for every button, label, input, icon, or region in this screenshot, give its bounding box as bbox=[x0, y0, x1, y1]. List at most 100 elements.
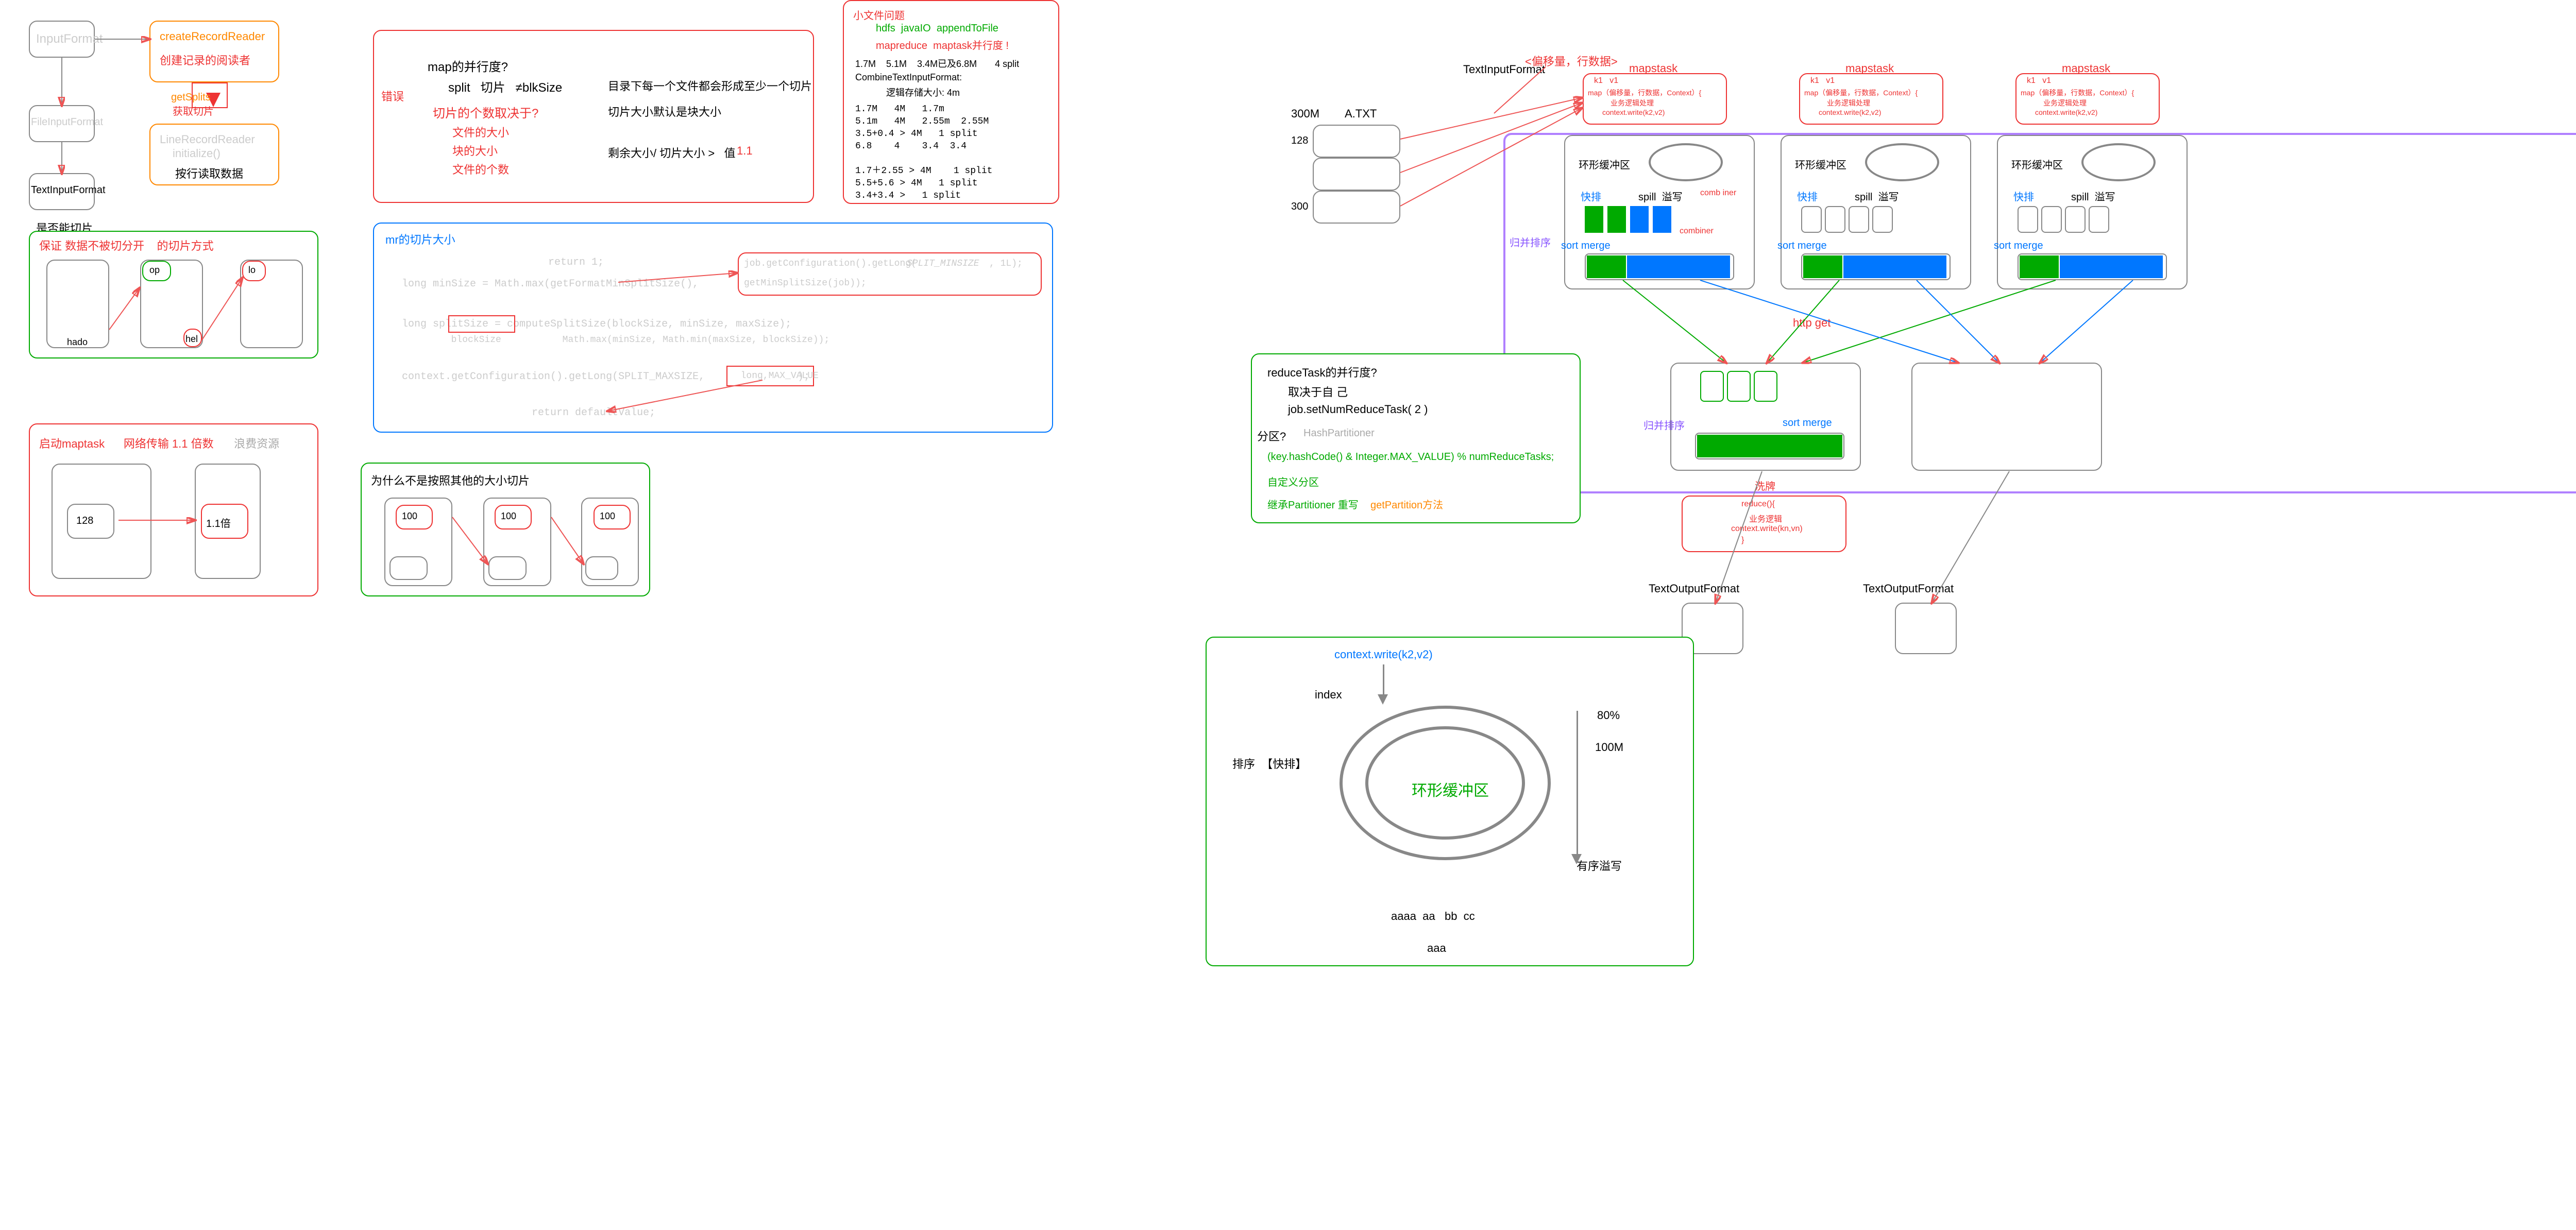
red1-s2 bbox=[1727, 371, 1751, 402]
bot-sort: 排序 【快排】 bbox=[1232, 755, 1307, 772]
bot-arrow-v bbox=[1577, 711, 1578, 855]
r-128: 128 bbox=[1291, 135, 1308, 147]
red1-s1 bbox=[1700, 371, 1724, 402]
mt3-q3 bbox=[2065, 206, 2086, 233]
r-offset: <偏移量，行数据> bbox=[1525, 53, 1618, 69]
sec3-l1a: hdfs javaIO appendToFile bbox=[876, 23, 998, 35]
sec4-br1a: job.getConfiguration().getLong( bbox=[744, 259, 917, 269]
mt2-bar-g bbox=[1803, 255, 1842, 278]
r-http: http get bbox=[1793, 316, 1831, 330]
mt2-q2 bbox=[1825, 206, 1845, 233]
mt3-bar-b bbox=[2060, 255, 2163, 278]
mt1-b3 bbox=[1630, 206, 1649, 233]
red1-barfill bbox=[1697, 435, 1842, 457]
r-300m: 300M bbox=[1291, 107, 1319, 121]
mt1-bar-b bbox=[1627, 255, 1730, 278]
bot-of: 有序溢写 bbox=[1577, 857, 1622, 874]
sec6-bb1 bbox=[389, 556, 428, 580]
mt1-b1 bbox=[1585, 206, 1603, 233]
lbl-init: initialize() bbox=[173, 147, 221, 160]
red1-sm: sort merge bbox=[1783, 417, 1832, 429]
mt3-bar-g bbox=[2020, 255, 2059, 278]
sec1-hado: hado bbox=[67, 337, 88, 348]
r-blk2 bbox=[1313, 158, 1400, 191]
r-atxt: A.TXT bbox=[1345, 107, 1377, 121]
mt2-q1 bbox=[1801, 206, 1822, 233]
mt3-kv: k1 v1 bbox=[2027, 76, 2051, 86]
sec6-bb2 bbox=[488, 556, 527, 580]
bot-ctx-arrow bbox=[1383, 664, 1384, 695]
mt2-log: 业务逻辑处理 bbox=[1827, 98, 1870, 108]
bot-arrow-head bbox=[1571, 854, 1582, 864]
rt-f: (key.hashCode() & Integer.MAX_VALUE) % n… bbox=[1267, 451, 1554, 463]
mt3-ring bbox=[2081, 143, 2156, 181]
red1-su: 归并排序 bbox=[1643, 417, 1685, 432]
sec6-v2: 100 bbox=[501, 511, 516, 522]
mt3-rb: 环形缓冲区 bbox=[2011, 157, 2063, 172]
sec2-a2: 块的大小 bbox=[452, 142, 498, 159]
sec6-v3: 100 bbox=[600, 511, 615, 522]
sec4-br2: getMinSplitSize(job)); bbox=[744, 278, 867, 288]
mt1-ring bbox=[1649, 143, 1723, 181]
lbl-getsplits: getSplits bbox=[171, 92, 211, 104]
sec4-br1b: SPLIT_MINSIZE bbox=[907, 259, 979, 269]
sec2-r3v: 1.1 bbox=[737, 144, 753, 158]
bot-r2: aaa bbox=[1427, 942, 1446, 955]
lbl-file-input-format: FileInputFormat bbox=[31, 116, 103, 128]
sec3-h: 小文件问题 bbox=[853, 7, 905, 22]
sec6-bb3 bbox=[585, 556, 618, 580]
mt2-sm: sort merge bbox=[1777, 240, 1827, 252]
rb-l0: reduce(){ bbox=[1741, 500, 1775, 509]
mt1-log: 业务逻辑处理 bbox=[1611, 98, 1654, 108]
sec1-title: 保证 数据不被切分开 的切片方式 bbox=[39, 237, 214, 253]
rt-l1: 取决于自 己 bbox=[1288, 383, 1348, 400]
sec6-v1: 100 bbox=[402, 511, 417, 522]
rb-l2: context.write(kn,vn) bbox=[1731, 524, 1803, 534]
mt2-ctx: context.write(k2,v2) bbox=[1819, 108, 1881, 116]
mt2-kv: k1 v1 bbox=[1810, 76, 1835, 86]
mt2-fast: 快排 bbox=[1797, 189, 1818, 203]
sec3-l1b: mapreduce maptask并行度 ! bbox=[876, 37, 1009, 52]
mt3-ctx: context.write(k2,v2) bbox=[2035, 108, 2097, 116]
mt2-fn: map（偏移量，行数据，Context）{ bbox=[1804, 88, 1918, 98]
rt-t: reduceTask的并行度? bbox=[1267, 364, 1377, 380]
mt1-sp: spill 溢写 bbox=[1638, 189, 1683, 203]
r-300b: 300 bbox=[1291, 201, 1308, 213]
bot-mem: 100M bbox=[1595, 741, 1623, 754]
sec2-a3: 文件的个数 bbox=[452, 161, 509, 177]
bot-r1: aaaa aa bb cc bbox=[1391, 910, 1475, 923]
sec5-v2: 1.1倍 bbox=[206, 515, 231, 530]
lbl-input-format: InputFormat bbox=[36, 32, 103, 46]
sec2-q1: 切片的个数取决于? bbox=[433, 103, 538, 121]
mt2-sp: spill 溢写 bbox=[1855, 189, 1899, 203]
mt3-q2 bbox=[2041, 206, 2062, 233]
bot-ctx-arrowhead bbox=[1378, 694, 1388, 705]
red2 bbox=[1911, 363, 2102, 471]
rt-i: 继承Partitioner 重写 bbox=[1267, 497, 1359, 511]
red1-s3 bbox=[1754, 371, 1777, 402]
mt2-bar-b bbox=[1843, 255, 1946, 278]
rb-l3: } bbox=[1741, 536, 1744, 545]
mt1-ctx: context.write(k2,v2) bbox=[1602, 108, 1665, 116]
bot-idx: index bbox=[1315, 688, 1342, 702]
sec5-tg: 浪费资源 bbox=[231, 435, 279, 451]
sec5-v1: 128 bbox=[76, 515, 93, 527]
bot-ring-inner bbox=[1365, 726, 1525, 840]
mt3-sp: spill 溢写 bbox=[2071, 189, 2115, 203]
rt-l2: job.setNumReduceTask( 2 ) bbox=[1288, 403, 1428, 416]
bot-ctx: context.write(k2,v2) bbox=[1334, 648, 1433, 661]
sec1-op: op bbox=[149, 265, 160, 276]
sec4-br1c: , 1L); bbox=[989, 259, 1023, 269]
sec4-hl2 bbox=[448, 315, 515, 333]
mt1-fast: 快排 bbox=[1581, 189, 1601, 203]
sec2-r2: 切片大小默认是块大小 bbox=[608, 103, 721, 119]
sec4-m3b: long,MAX_VALUE bbox=[730, 371, 819, 381]
sec1-c1 bbox=[46, 260, 109, 348]
mt3-log: 业务逻辑处理 bbox=[2043, 98, 2087, 108]
rt-pq: 分区? bbox=[1257, 428, 1286, 444]
rb-l1: 业务逻辑 bbox=[1749, 512, 1782, 524]
mt3-sm: sort merge bbox=[1994, 240, 2043, 252]
sec6-t: 为什么不是按照其他的大小切片 bbox=[371, 472, 530, 488]
sec2-r1: 目录下每一个文件都会形成至少一个切片 bbox=[608, 77, 812, 94]
mt3-q1 bbox=[2018, 206, 2038, 233]
